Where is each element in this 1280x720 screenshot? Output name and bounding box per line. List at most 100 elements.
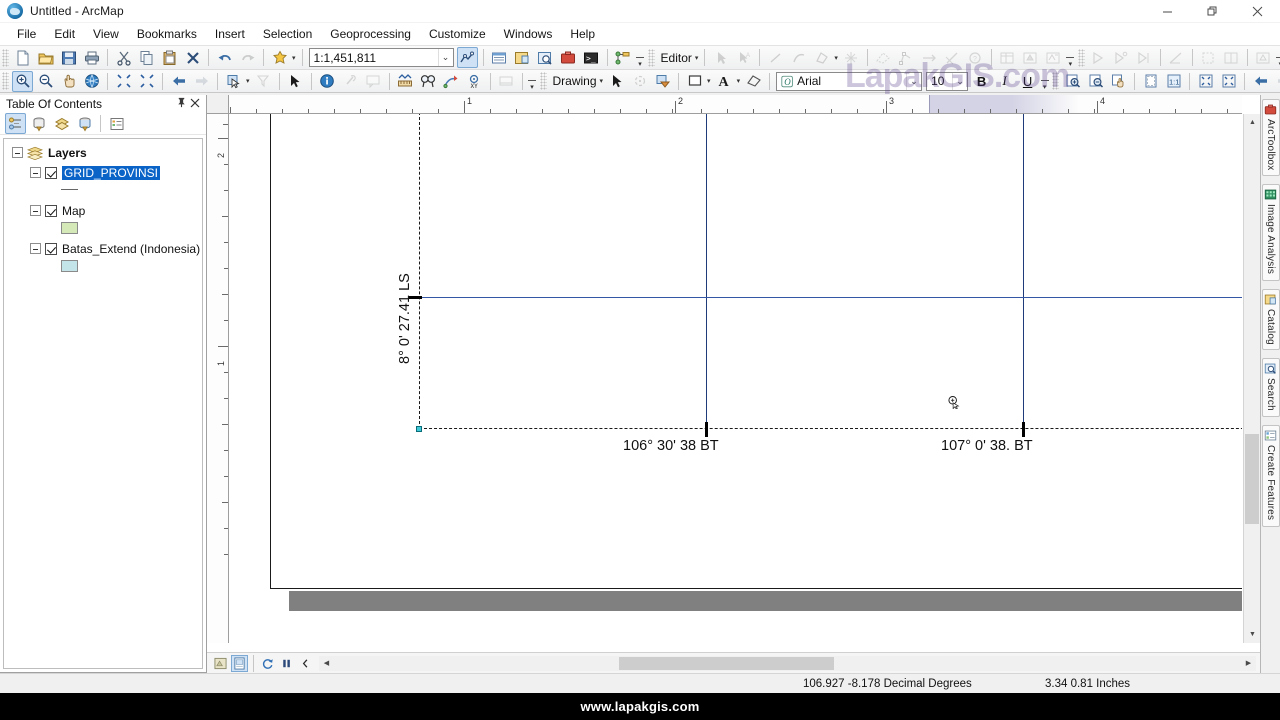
- zoom-whole-page-icon[interactable]: [1140, 71, 1161, 92]
- arctoolbox-icon[interactable]: [558, 47, 579, 68]
- create-features-icon[interactable]: [1020, 47, 1041, 68]
- construction-tool-icon[interactable]: [811, 47, 832, 68]
- editor-toolbar-overflow-icon[interactable]: ▾: [1065, 48, 1076, 68]
- horizontal-scroll-thumb[interactable]: [619, 656, 834, 670]
- full-extent-icon[interactable]: [81, 71, 102, 92]
- menu-windows[interactable]: Windows: [495, 24, 562, 44]
- select-features-icon[interactable]: [223, 71, 244, 92]
- layout-toolbar-overflow-icon-row1[interactable]: ▾: [1275, 48, 1280, 68]
- go-back-extent-page-icon[interactable]: [1250, 71, 1271, 92]
- text-color-icon[interactable]: A: [714, 71, 735, 92]
- edit-vertices-icon[interactable]: [896, 47, 917, 68]
- drawing-menu-label[interactable]: Drawing: [549, 74, 599, 88]
- list-by-drawing-order-icon[interactable]: [5, 113, 26, 134]
- selection-handle[interactable]: [416, 426, 422, 432]
- drawing-toolbar-overflow-icon[interactable]: ▾: [1039, 71, 1050, 91]
- model-builder-icon[interactable]: [613, 47, 634, 68]
- zoom-in-page-icon[interactable]: [1062, 71, 1083, 92]
- new-element-icon[interactable]: [652, 71, 673, 92]
- dock-tab-catalog[interactable]: Catalog: [1261, 288, 1280, 351]
- zoom-out-icon[interactable]: [35, 71, 56, 92]
- toggle-contents-icon[interactable]: [297, 655, 314, 672]
- layout-toolbar-grip[interactable]: [1052, 72, 1060, 90]
- menu-insert[interactable]: Insert: [206, 24, 254, 44]
- fixed-zoom-out-page-icon[interactable]: [1218, 71, 1239, 92]
- identify-icon[interactable]: [317, 71, 338, 92]
- zoom-in-icon[interactable]: [12, 70, 33, 92]
- horizontal-ruler[interactable]: 1 2 3 4: [229, 95, 1242, 114]
- fill-color-icon[interactable]: [684, 71, 705, 92]
- menu-geoprocessing[interactable]: Geoprocessing: [321, 24, 420, 44]
- zoom-100-percent-icon[interactable]: 1:1: [1163, 71, 1184, 92]
- list-by-visibility-icon[interactable]: [51, 113, 72, 134]
- list-by-selection-icon[interactable]: [74, 113, 95, 134]
- layout-toolbar-grip-row1[interactable]: [1077, 48, 1085, 67]
- menu-selection[interactable]: Selection: [254, 24, 321, 44]
- arc-segment-icon[interactable]: [788, 47, 809, 68]
- edit-tool-icon[interactable]: [710, 47, 731, 68]
- clear-selection-icon[interactable]: [253, 71, 274, 92]
- dock-tab-image-analysis[interactable]: Image Analysis: [1261, 184, 1280, 281]
- minimize-button[interactable]: [1145, 0, 1190, 23]
- editor-menu-label[interactable]: Editor: [657, 51, 694, 65]
- select-features-dropdown-icon[interactable]: ▾: [246, 77, 250, 85]
- drawing-order-icon[interactable]: [743, 71, 764, 92]
- expander-layers-icon[interactable]: [12, 147, 23, 158]
- go-to-xy-icon[interactable]: XY: [464, 71, 485, 92]
- menu-edit[interactable]: Edit: [45, 24, 84, 44]
- menu-help[interactable]: Help: [561, 24, 604, 44]
- expander-grid-provinsi-icon[interactable]: [30, 167, 41, 178]
- font-size-chevron-icon[interactable]: ⌄: [952, 72, 967, 90]
- dock-tab-search[interactable]: Search: [1261, 358, 1280, 418]
- table-of-contents-icon[interactable]: [489, 47, 510, 68]
- rotate-element-icon[interactable]: [629, 71, 650, 92]
- vertical-scrollbar[interactable]: ▲ ▼: [1243, 114, 1260, 643]
- tree-node-batas-extend[interactable]: Batas_Extend (Indonesia): [4, 240, 202, 257]
- focus-data-frame-icon[interactable]: [1198, 47, 1219, 68]
- underline-button[interactable]: U: [1017, 71, 1038, 92]
- cut-icon[interactable]: [113, 47, 134, 68]
- layout-view-tab[interactable]: [231, 654, 248, 672]
- rotate-icon[interactable]: ?: [965, 47, 986, 68]
- layer-checkbox-grid-provinsi[interactable]: [45, 166, 57, 179]
- edit-scale-icon[interactable]: [456, 47, 478, 68]
- scroll-up-icon[interactable]: ▲: [1244, 114, 1261, 131]
- print-icon[interactable]: [81, 47, 102, 68]
- refresh-view-icon[interactable]: [259, 655, 276, 672]
- drawing-dropdown-icon[interactable]: ▾: [600, 77, 604, 85]
- dock-tab-create-features[interactable]: Create Features: [1261, 425, 1280, 527]
- ruler-corner[interactable]: [207, 95, 229, 114]
- edit-annotation-icon[interactable]: A: [733, 47, 754, 68]
- text-color-dropdown-icon[interactable]: ▾: [737, 77, 741, 85]
- data-view-tab[interactable]: [212, 655, 229, 672]
- save-icon[interactable]: [58, 47, 79, 68]
- toolbar-grip[interactable]: [2, 48, 9, 67]
- undo-icon[interactable]: [214, 47, 235, 68]
- editor-dropdown-icon[interactable]: ▾: [695, 54, 699, 62]
- find-icon[interactable]: [418, 71, 439, 92]
- tools-toolbar-grip[interactable]: [2, 72, 9, 90]
- scroll-right-icon[interactable]: ▶: [1241, 656, 1256, 671]
- tree-node-grid-provinsi[interactable]: GRID_PROVINSI: [4, 164, 202, 181]
- expander-map-icon[interactable]: [30, 205, 41, 216]
- expander-batas-extend-icon[interactable]: [30, 243, 41, 254]
- pause-drawing-icon[interactable]: [278, 655, 295, 672]
- tools-toolbar-overflow-icon[interactable]: ▾: [527, 71, 538, 91]
- trace-icon[interactable]: [873, 47, 894, 68]
- find-route-icon[interactable]: [441, 71, 462, 92]
- fixed-zoom-out-icon[interactable]: [136, 71, 157, 92]
- data-driven-pages-prev-icon[interactable]: [1088, 47, 1109, 68]
- fixed-zoom-in-page-icon[interactable]: [1195, 71, 1216, 92]
- layer-checkbox-batas-extend[interactable]: [45, 242, 57, 255]
- attributes-icon[interactable]: [997, 47, 1018, 68]
- add-data-dropdown-icon[interactable]: ▾: [292, 54, 296, 62]
- add-data-icon[interactable]: [269, 47, 290, 68]
- new-map-icon[interactable]: [12, 47, 33, 68]
- vertical-scroll-thumb[interactable]: [1245, 434, 1259, 524]
- menu-customize[interactable]: Customize: [420, 24, 495, 44]
- select-elements-icon[interactable]: [285, 71, 306, 92]
- python-window-icon[interactable]: >_: [581, 47, 602, 68]
- tree-node-map[interactable]: Map: [4, 202, 202, 219]
- restore-button[interactable]: [1190, 0, 1235, 23]
- measure-icon[interactable]: [395, 71, 416, 92]
